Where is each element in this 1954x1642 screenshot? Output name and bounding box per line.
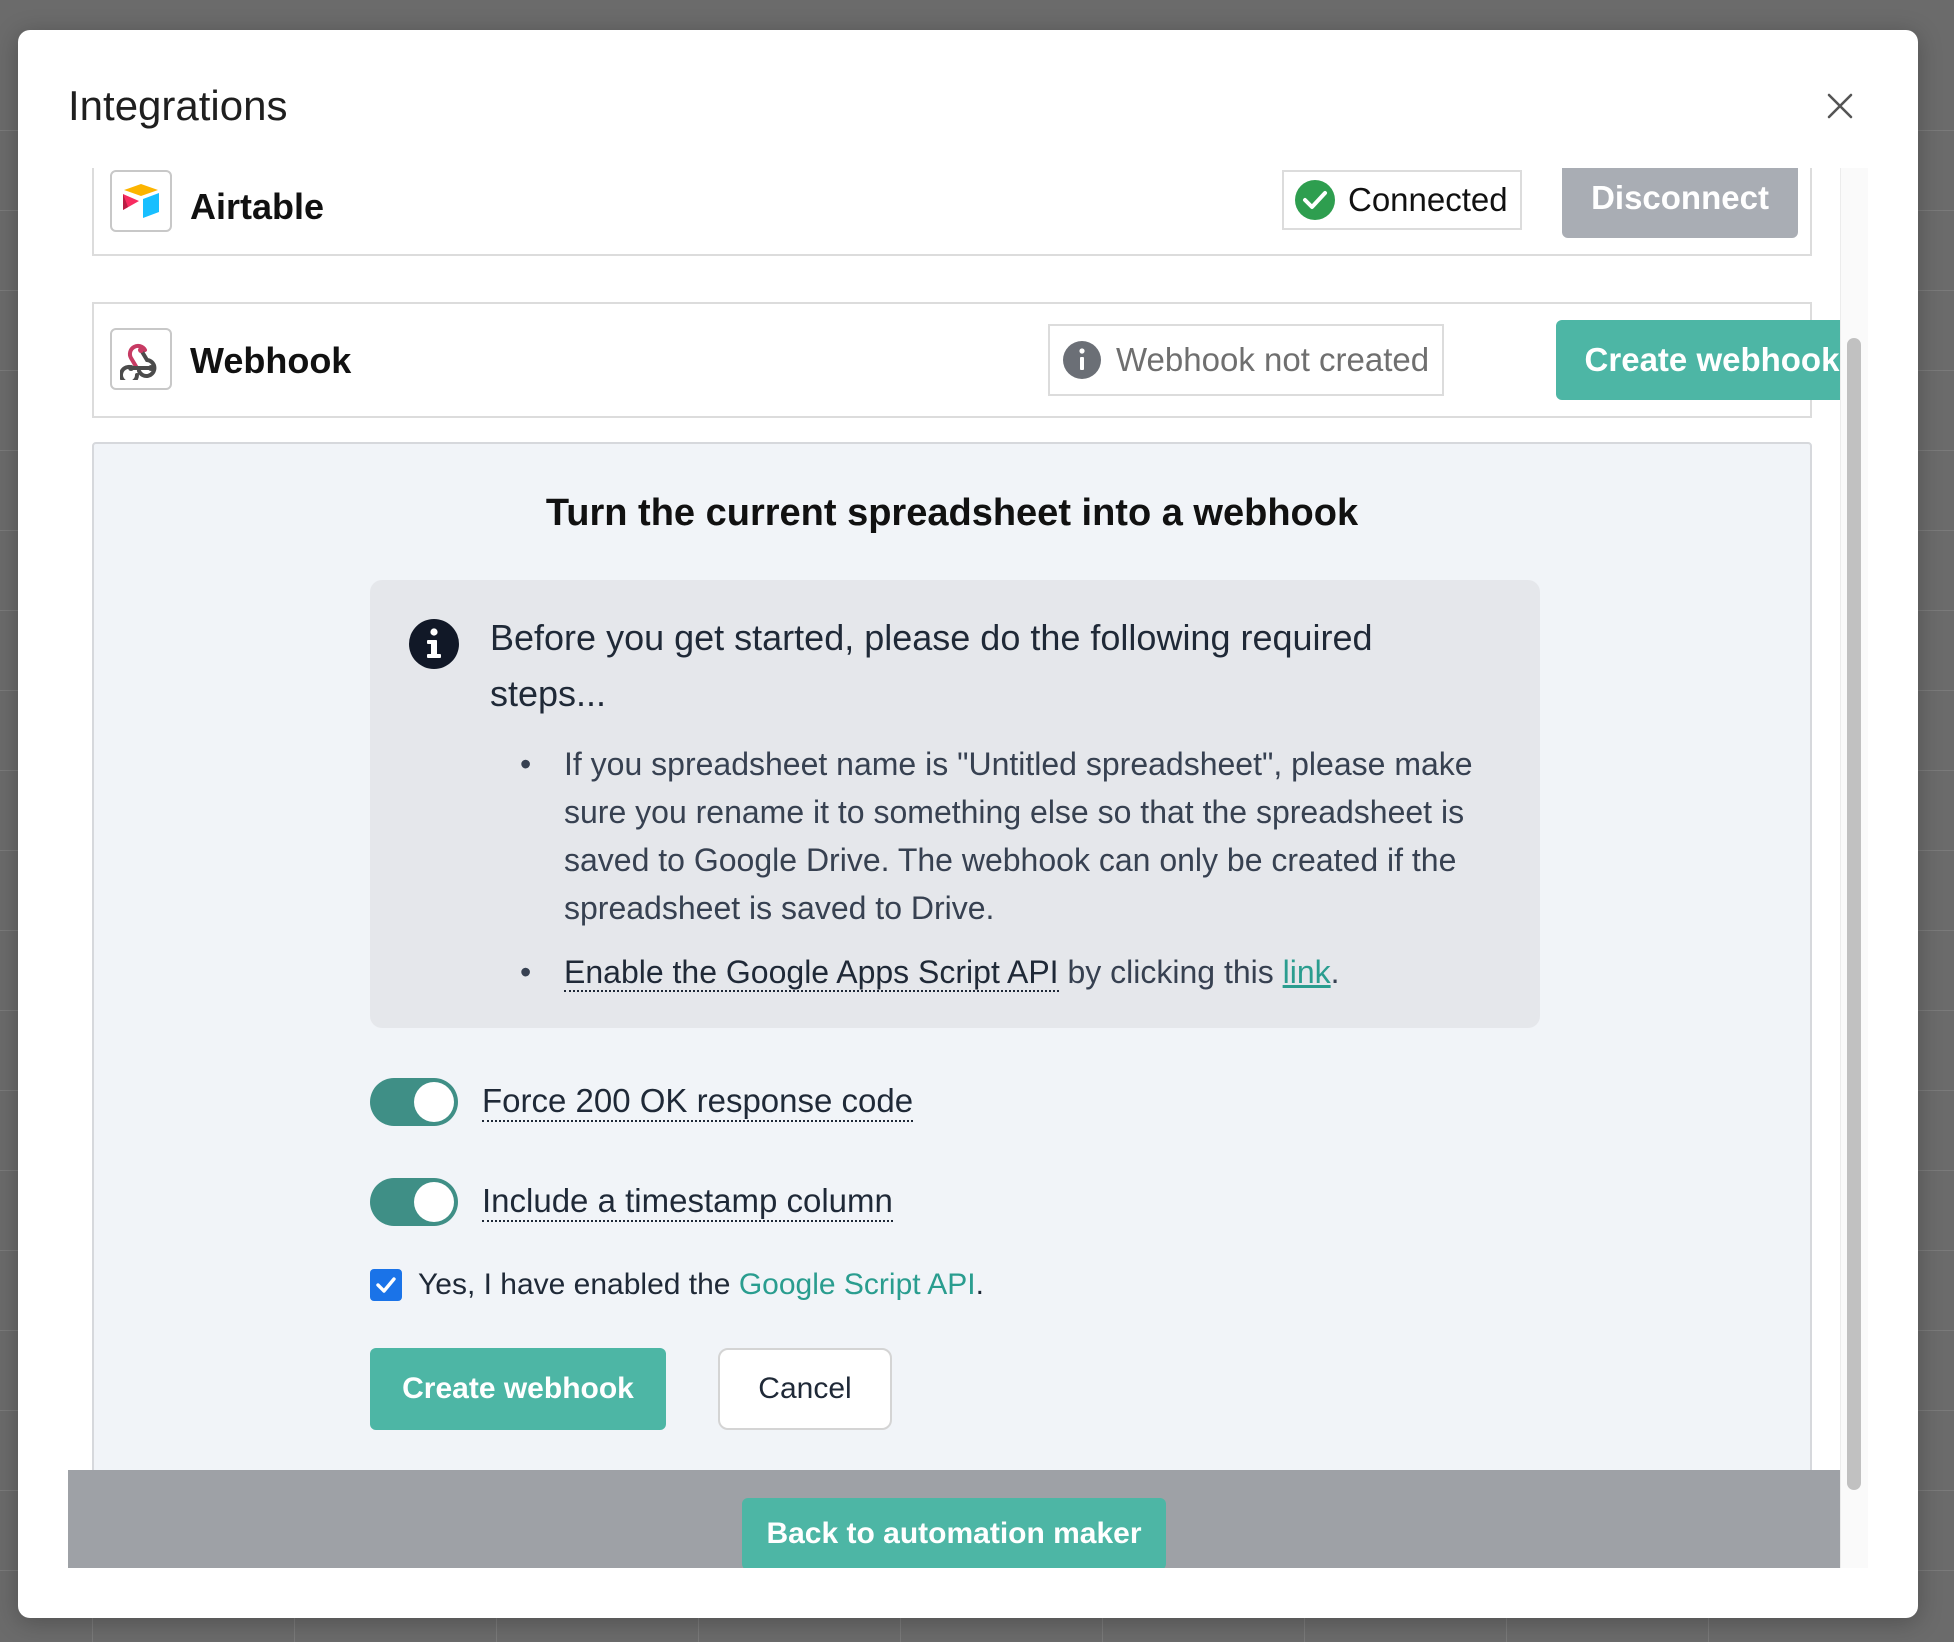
webhook-logo [110, 328, 172, 390]
status-text-not-created: Webhook not created [1116, 341, 1430, 378]
step-2-middle-text: by clicking this [1058, 954, 1283, 990]
timestamp-toggle-row: Include a timestamp column [370, 1178, 893, 1226]
force-200-toggle-row: Force 200 OK response code [370, 1078, 914, 1126]
footer-bar: Back to automation maker [68, 1470, 1840, 1568]
create-webhook-button-top[interactable]: Create webhook [1556, 320, 1868, 400]
confirm-api-label: Yes, I have enabled the Google Script AP… [418, 1268, 984, 1301]
integration-name-webhook: Webhook [190, 340, 352, 381]
checkmark-icon [376, 1277, 396, 1293]
integration-row-webhook: Webhook Webhook not created Create webho… [92, 302, 1868, 418]
integrations-modal: Integrations Airtable Connected Disconne… [18, 30, 1918, 1618]
check-circle-icon [1295, 180, 1335, 220]
confirm-api-row: Yes, I have enabled the Google Script AP… [370, 1268, 984, 1302]
info-callout: Before you get started, please do the fo… [370, 580, 1540, 1028]
integrations-scroll-area[interactable]: Airtable Connected Disconnect Webhook We… [68, 168, 1868, 1568]
step-1-text: If you spreadsheet name is "Untitled spr… [564, 746, 1473, 926]
timestamp-label[interactable]: Include a timestamp column [482, 1182, 893, 1222]
info-icon [408, 618, 460, 675]
close-button[interactable] [1818, 84, 1862, 128]
disconnect-button[interactable]: Disconnect [1562, 168, 1798, 238]
airtable-logo-icon [123, 184, 159, 218]
status-text-connected: Connected [1348, 181, 1508, 218]
panel-title: Turn the current spreadsheet into a webh… [545, 492, 1359, 534]
force-200-label[interactable]: Force 200 OK response code [482, 1082, 914, 1122]
confirm-api-checkbox[interactable] [370, 1269, 402, 1301]
cancel-button[interactable]: Cancel [718, 1348, 892, 1430]
timestamp-toggle[interactable] [370, 1178, 458, 1226]
back-to-automation-maker-button[interactable]: Back to automation maker [742, 1498, 1166, 1568]
webhook-setup-panel: Turn the current spreadsheet into a webh… [92, 442, 1812, 1568]
create-webhook-button[interactable]: Create webhook [370, 1348, 666, 1430]
step-2-suffix: . [1330, 954, 1340, 990]
scrollbar-thumb[interactable] [1847, 338, 1861, 1490]
status-badge-connected: Connected [1282, 170, 1522, 230]
enable-api-link[interactable]: link [1283, 954, 1331, 990]
close-icon [1827, 93, 1853, 119]
airtable-logo [110, 170, 172, 232]
info-heading: Before you get started, please do the fo… [490, 617, 1373, 714]
list-item: • Enable the Google Apps Script API by c… [520, 954, 1340, 992]
info-circle-icon [1063, 341, 1101, 379]
info-steps-list: • If you spreadsheet name is "Untitled s… [520, 740, 1500, 996]
list-item: • If you spreadsheet name is "Untitled s… [520, 746, 1473, 926]
google-script-api-link[interactable]: Google Script API [739, 1268, 976, 1301]
apps-script-api-tooltip-term[interactable]: Enable the Google Apps Script API [564, 954, 1059, 992]
status-badge-not-created: Webhook not created [1048, 324, 1444, 396]
integration-row-airtable: Airtable Connected Disconnect [92, 168, 1812, 256]
integration-name-airtable: Airtable [190, 186, 325, 227]
force-200-toggle[interactable] [370, 1078, 458, 1126]
webhook-logo-icon [120, 343, 157, 380]
modal-title: Integrations [68, 82, 288, 129]
